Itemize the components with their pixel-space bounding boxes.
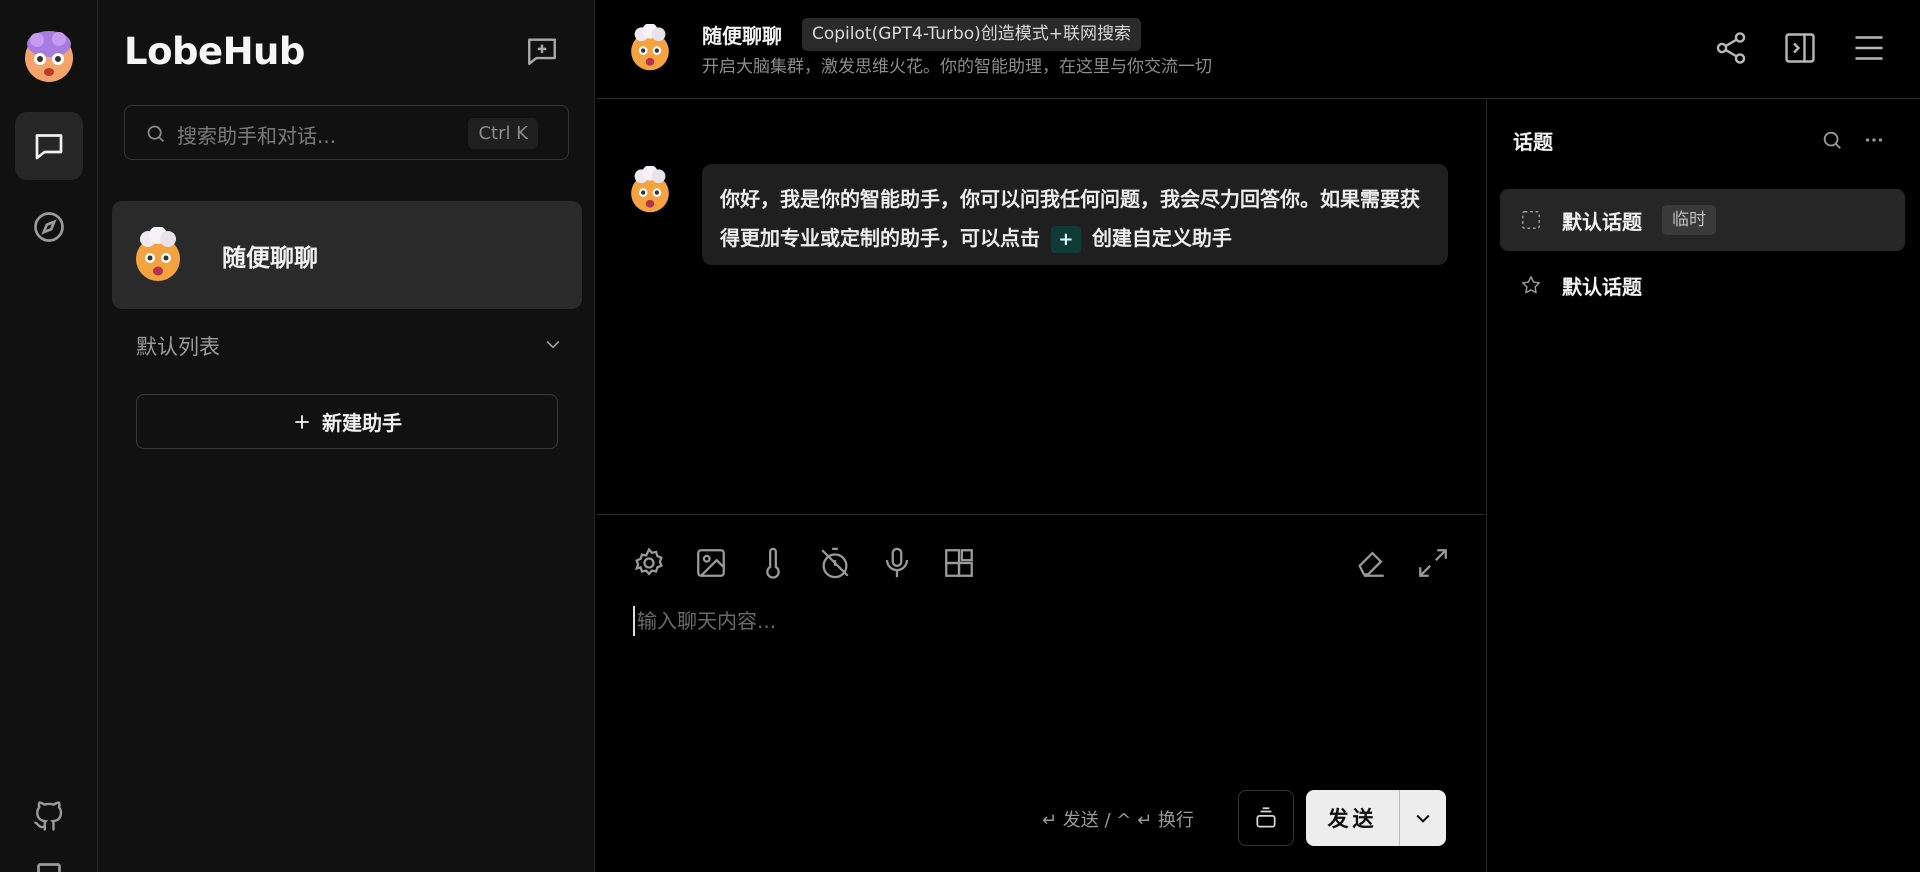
eraser-icon[interactable] (1354, 546, 1388, 580)
share-icon[interactable] (1713, 30, 1749, 66)
more-icon[interactable] (1863, 129, 1885, 151)
github-icon (34, 801, 63, 831)
topics-panel: 话题 默认话题 临时 默认话题 (1486, 100, 1920, 872)
expand-icon[interactable] (1416, 546, 1450, 580)
search-input[interactable]: 搜索助手和对话... (177, 120, 336, 149)
session-name: 随便聊聊 (222, 244, 318, 272)
new-assistant-label: 新建助手 (322, 411, 402, 435)
send-button-group: 发送 (1306, 790, 1446, 846)
user-avatar[interactable] (19, 26, 79, 86)
topic-label: 默认话题 (1562, 210, 1642, 234)
app-logo: LobeHub (124, 30, 305, 73)
app-root: LobeHub 搜索助手和对话... Ctrl K 随便聊聊 默认列表 新建助手… (0, 0, 1920, 872)
model-tag: Copilot(GPT4-Turbo)创造模式+联网搜索 (802, 18, 1142, 51)
clear-context-button[interactable] (1238, 790, 1294, 846)
thermometer-icon[interactable] (756, 546, 790, 580)
message-text-tail: 创建自定义助手 (1091, 226, 1232, 250)
search-shortcut: Ctrl K (468, 118, 538, 149)
new-chat-icon[interactable] (525, 34, 559, 68)
nav-github-button[interactable] (15, 782, 83, 850)
search-icon (147, 125, 164, 142)
session-search[interactable]: 搜索助手和对话... Ctrl K (124, 105, 569, 160)
mind-blown-avatar (136, 227, 180, 281)
chat-icon (35, 134, 63, 160)
clear-context-icon (1256, 807, 1276, 828)
settings-gear-icon[interactable] (632, 546, 666, 580)
chat-input[interactable]: 输入聊天内容... (633, 606, 776, 636)
panel-toggle-icon[interactable] (1782, 30, 1818, 66)
session-item[interactable]: 随便聊聊 (112, 201, 582, 309)
plus-icon (295, 414, 309, 429)
microphone-icon[interactable] (880, 546, 914, 580)
plugins-icon[interactable] (942, 546, 976, 580)
new-assistant-button[interactable]: 新建助手 (136, 394, 558, 449)
topic-badge: 临时 (1662, 205, 1716, 235)
nav-docs-button[interactable] (15, 846, 83, 872)
assistant-message-avatar[interactable] (626, 166, 674, 214)
create-assistant-inline-button[interactable]: + (1050, 226, 1081, 253)
star-icon[interactable] (1520, 274, 1542, 296)
session-group-title[interactable]: 默认列表 (136, 331, 220, 361)
chat-description: 开启大脑集群，激发思维火花。你的智能助理，在这里与你交流一切 (702, 57, 1212, 77)
nav-discover-button[interactable] (15, 193, 83, 261)
chat-composer: 输入聊天内容... ↵ 发送 / ^ ↵ 换行 发送 (596, 516, 1485, 872)
compass-icon (34, 212, 64, 242)
chat-header: 随便聊聊 Copilot(GPT4-Turbo)创造模式+联网搜索 开启大脑集群… (596, 0, 1920, 99)
assistant-message-bubble: 你好，我是你的智能助手，你可以问我任何问题，我会尽力回答你。如果需要获得更加专业… (702, 164, 1448, 265)
send-button[interactable]: 发送 (1306, 790, 1400, 846)
chat-title: 随便聊聊 (702, 24, 782, 48)
timer-off-icon[interactable] (818, 546, 852, 580)
topic-label: 默认话题 (1562, 275, 1642, 299)
image-icon[interactable] (694, 546, 728, 580)
nav-chat-button[interactable] (15, 112, 83, 180)
dashed-square-icon (1522, 211, 1540, 229)
chevron-down-icon (1416, 814, 1430, 823)
book-icon (37, 863, 61, 872)
session-panel: LobeHub 搜索助手和对话... Ctrl K 随便聊聊 默认列表 新建助手 (98, 0, 595, 872)
nav-rail (0, 0, 98, 872)
send-options-button[interactable] (1400, 790, 1446, 846)
chevron-down-icon[interactable] (543, 334, 563, 354)
search-icon[interactable] (1821, 129, 1843, 151)
topic-item[interactable]: 默认话题 临时 (1500, 189, 1905, 251)
assistant-avatar[interactable] (626, 24, 674, 72)
chat-messages: 你好，我是你的智能助手，你可以问我任何问题，我会尽力回答你。如果需要获得更加专业… (596, 100, 1485, 515)
menu-icon[interactable] (1851, 30, 1887, 66)
topics-title: 话题 (1513, 130, 1553, 154)
topic-item[interactable]: 默认话题 (1500, 254, 1905, 316)
send-shortcut-hint: ↵ 发送 / ^ ↵ 换行 (1042, 810, 1194, 831)
